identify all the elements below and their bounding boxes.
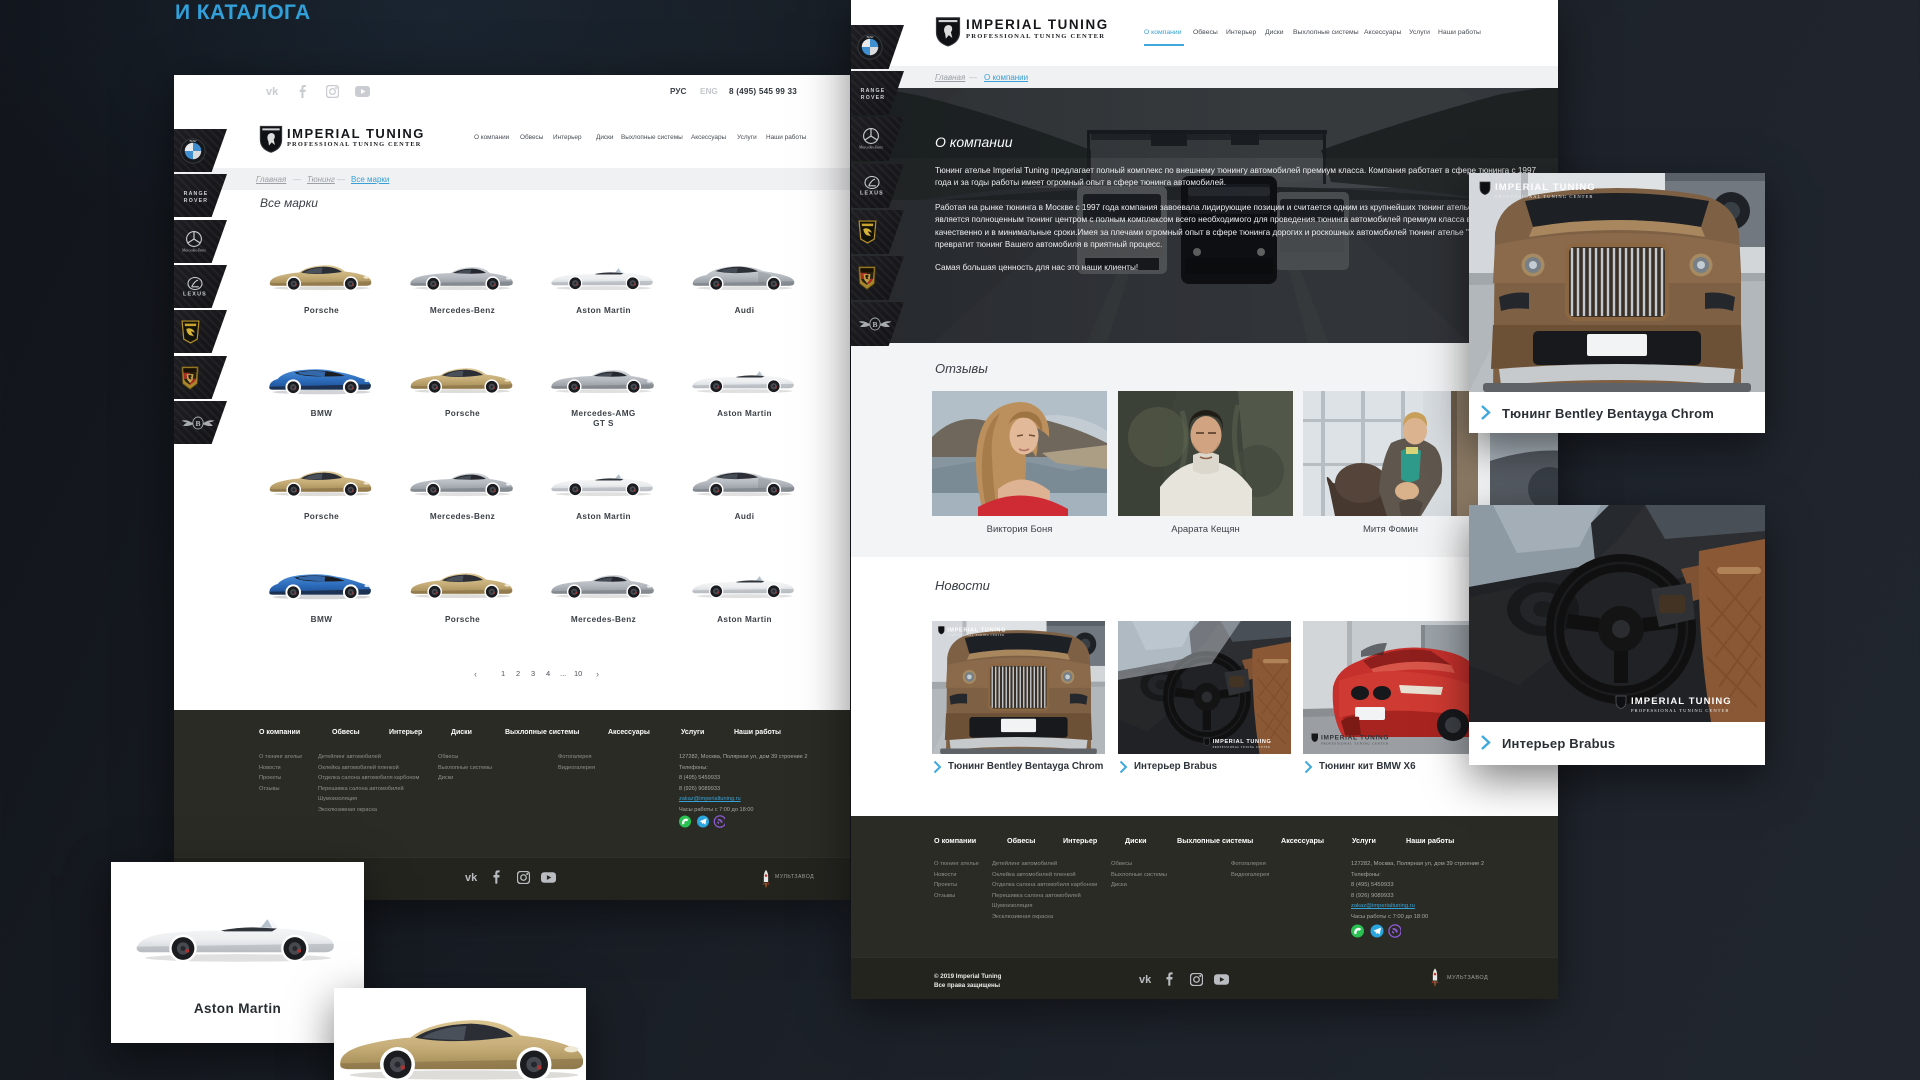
svg-text:B: B [872, 320, 877, 329]
svg-text:BMW: BMW [867, 35, 874, 39]
svg-text:RANGE: RANGE [861, 88, 886, 94]
svg-text:vk: vk [465, 872, 478, 883]
svg-text:ROVER: ROVER [184, 198, 208, 203]
svg-text:vk: vk [266, 86, 279, 97]
svg-text:LEXUS: LEXUS [860, 191, 884, 197]
svg-text:Mercedes-Benz: Mercedes-Benz [859, 146, 883, 150]
svg-text:Mercedes-Benz: Mercedes-Benz [182, 248, 206, 252]
svg-text:vk: vk [1139, 974, 1152, 985]
svg-text:ROVER: ROVER [861, 95, 885, 100]
svg-text:BMW: BMW [190, 138, 197, 142]
svg-text:B: B [195, 418, 200, 427]
svg-text:RANGE: RANGE [184, 191, 209, 197]
svg-text:LEXUS: LEXUS [183, 291, 207, 297]
